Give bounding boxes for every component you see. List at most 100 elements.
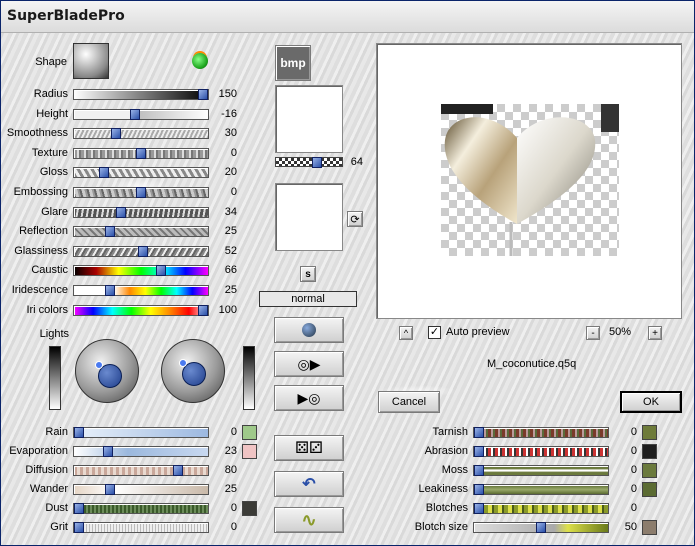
save-preset-button[interactable]: ◎▶ [274, 351, 344, 377]
apple-icon[interactable] [192, 53, 208, 69]
texture-slider[interactable] [73, 147, 209, 159]
iri-colors-slider[interactable] [73, 304, 209, 316]
dialog-body: Shape Radius 150 Height -16 Smoothness 30 Text… [1, 33, 694, 545]
wave-button[interactable]: ∿ [274, 507, 344, 533]
abrasion-color-swatch[interactable] [642, 444, 657, 459]
undo-button[interactable]: ↶ [274, 471, 344, 497]
cancel-label: Cancel [391, 396, 427, 408]
glare-slider-thumb[interactable] [116, 206, 126, 218]
glassiness-slider-thumb[interactable] [138, 245, 148, 257]
preset-name: M_coconutice.q5q [487, 358, 577, 370]
smoothness-value: 30 [224, 127, 237, 140]
diffusion-slider[interactable] [73, 465, 209, 476]
iri-colors-slider-thumb[interactable] [198, 304, 208, 316]
caustic-slider-thumb[interactable] [156, 265, 166, 277]
blotch-size-color-swatch[interactable] [642, 520, 657, 535]
reflection-slider-thumb[interactable] [105, 226, 115, 238]
rain-slider-thumb[interactable] [74, 427, 84, 438]
embossing-slider-thumb[interactable] [136, 187, 146, 198]
bmp-button[interactable]: bmp [275, 45, 311, 81]
iridescence-slider[interactable] [73, 285, 209, 296]
rotate-icon[interactable]: ⟳ [347, 211, 363, 227]
wander-slider-thumb[interactable] [105, 484, 115, 495]
wander-slider[interactable] [73, 484, 209, 495]
evaporation-color-swatch[interactable] [242, 444, 257, 459]
sphere-button[interactable] [274, 317, 344, 343]
evaporation-slider-thumb[interactable] [103, 446, 113, 457]
iridescence-label: Iridescence [11, 284, 68, 296]
preview-up-button[interactable]: ^ [399, 326, 413, 340]
ok-button[interactable]: OK [620, 391, 682, 413]
glare-value: 34 [224, 205, 237, 218]
moss-value: 0 [630, 464, 637, 476]
blotches-slider-thumb[interactable] [474, 503, 484, 514]
load-preset-button[interactable]: ▶◎ [274, 385, 344, 411]
embossing-slider[interactable] [73, 187, 209, 198]
blotch-size-slider[interactable] [473, 522, 609, 533]
radius-slider-thumb[interactable] [198, 89, 208, 100]
height-slider[interactable] [73, 108, 209, 120]
texture-scale-value: 64 [350, 156, 363, 168]
diffusion-slider-thumb[interactable] [173, 465, 183, 476]
evaporation-slider[interactable] [73, 446, 209, 457]
radius-slider[interactable] [73, 89, 209, 100]
rain-color-swatch[interactable] [242, 425, 257, 440]
s-button[interactable]: s [300, 266, 316, 282]
light-left-direction-dial[interactable] [75, 339, 139, 403]
shape-preview-button[interactable] [73, 43, 109, 79]
tarnish-slider-thumb[interactable] [474, 427, 484, 438]
dust-label: Dust [45, 502, 68, 514]
moss-color-swatch[interactable] [642, 463, 657, 478]
texture-scale-thumb[interactable] [312, 157, 322, 168]
dust-slider-thumb[interactable] [74, 503, 84, 514]
tarnish-color-swatch[interactable] [642, 425, 657, 440]
gloss-slider-thumb[interactable] [99, 167, 109, 179]
abrasion-slider[interactable] [473, 446, 609, 457]
embossing-value: 0 [230, 186, 237, 198]
abrasion-slider-thumb[interactable] [474, 446, 484, 457]
tarnish-slider[interactable] [473, 427, 609, 438]
randomize-button[interactable]: ⚄⚂ [274, 435, 344, 461]
blotches-slider[interactable] [473, 503, 609, 514]
texture-value: 0 [230, 146, 237, 159]
light-right-brightness-bar[interactable] [243, 346, 255, 410]
preview-panel[interactable] [376, 43, 682, 319]
leakiness-value: 0 [630, 483, 637, 495]
dust-color-swatch[interactable] [242, 501, 257, 516]
caustic-slider[interactable] [73, 265, 209, 277]
dust-value: 0 [230, 502, 237, 514]
smoothness-slider[interactable] [73, 128, 209, 140]
dust-slider[interactable] [73, 503, 209, 514]
zoom-out-button[interactable]: - [586, 326, 600, 340]
leakiness-slider-thumb[interactable] [474, 484, 484, 495]
grit-slider[interactable] [73, 522, 209, 533]
texture-preview-1[interactable] [275, 85, 343, 153]
moss-slider[interactable] [473, 465, 609, 476]
blend-mode-select[interactable]: normal [259, 291, 357, 307]
light-left-handle[interactable] [95, 361, 103, 369]
rain-slider[interactable] [73, 427, 209, 438]
texture-slider-thumb[interactable] [136, 147, 146, 159]
reflection-slider[interactable] [73, 226, 209, 238]
texture-scale-slider[interactable] [275, 157, 343, 168]
plus-icon: + [652, 327, 658, 339]
height-slider-thumb[interactable] [130, 108, 140, 120]
light-right-direction-dial[interactable] [161, 339, 225, 403]
tarnish-value: 0 [630, 426, 637, 438]
auto-preview-checkbox[interactable]: ✓ [428, 326, 441, 339]
leakiness-slider[interactable] [473, 484, 609, 495]
zoom-in-button[interactable]: + [648, 326, 662, 340]
blotch-size-slider-thumb[interactable] [536, 522, 546, 533]
light-right-handle[interactable] [179, 359, 187, 367]
gloss-slider[interactable] [73, 167, 209, 179]
leakiness-color-swatch[interactable] [642, 482, 657, 497]
light-left-brightness-bar[interactable] [49, 346, 61, 410]
glassiness-slider[interactable] [73, 245, 209, 257]
texture-preview-2[interactable] [275, 183, 343, 251]
grit-slider-thumb[interactable] [74, 522, 84, 533]
iridescence-slider-thumb[interactable] [105, 285, 115, 296]
glare-slider[interactable] [73, 206, 209, 218]
smoothness-slider-thumb[interactable] [111, 128, 121, 140]
cancel-button[interactable]: Cancel [378, 391, 440, 413]
moss-slider-thumb[interactable] [474, 465, 484, 476]
